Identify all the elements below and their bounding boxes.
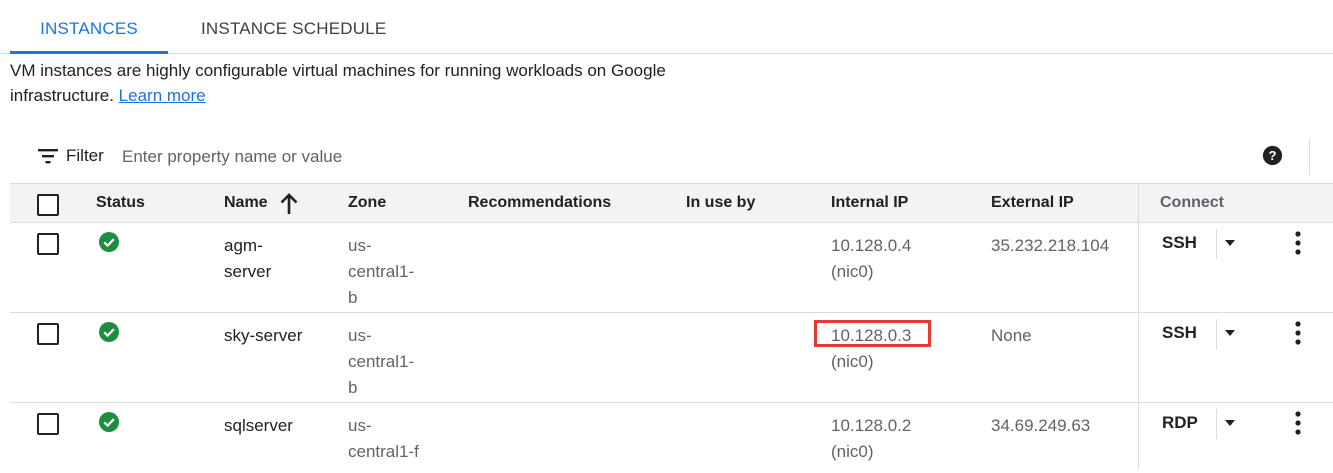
column-separator	[1138, 184, 1139, 222]
column-separator	[1138, 403, 1139, 469]
row-checkbox[interactable]	[37, 413, 59, 435]
external-ip-cell: None	[991, 326, 1032, 345]
instance-name-link[interactable]: agm- server	[224, 233, 271, 285]
tab-instances[interactable]: INSTANCES	[10, 0, 168, 54]
filter-bar: Filter ?	[10, 135, 1310, 179]
page-description: VM instances are highly configurable vir…	[10, 58, 730, 108]
sort-ascending-icon[interactable]	[280, 193, 298, 215]
external-ip-cell: 34.69.249.63	[991, 416, 1091, 435]
zone-line: us-	[348, 416, 372, 435]
column-header-status[interactable]: Status	[96, 194, 145, 212]
internal-ip-cell: 10.128.0.3 (nic0)	[831, 323, 911, 375]
zone-line: us-	[348, 236, 372, 255]
ssh-button[interactable]: SSH	[1162, 323, 1197, 343]
tab-bar: INSTANCES INSTANCE SCHEDULE	[0, 0, 1333, 54]
internal-ip-value: 10.128.0.2	[831, 416, 912, 435]
divider	[1309, 139, 1310, 175]
column-header-external-ip[interactable]: External IP	[991, 194, 1074, 212]
nic-label: (nic0)	[831, 442, 874, 461]
zone-cell: us- central1-f	[348, 413, 419, 465]
zone-cell: us- central1- b	[348, 323, 414, 401]
description-text: VM instances are highly configurable vir…	[10, 61, 666, 105]
ssh-button[interactable]: SSH	[1162, 233, 1197, 253]
column-header-in-use-by[interactable]: In use by	[686, 194, 755, 212]
table-row: agm- server us- central1- b 10.128.0.4 (…	[10, 223, 1333, 313]
instance-name-link[interactable]: sky-server	[224, 323, 302, 349]
more-vert-icon[interactable]	[1291, 230, 1305, 256]
nic-label: (nic0)	[831, 262, 874, 281]
svg-text:?: ?	[1268, 148, 1276, 163]
column-header-internal-ip[interactable]: Internal IP	[831, 194, 908, 212]
filter-input[interactable]	[122, 143, 722, 171]
button-divider	[1216, 409, 1217, 439]
button-divider	[1216, 319, 1217, 349]
caret-down-icon[interactable]	[1223, 236, 1237, 250]
instance-name-line: server	[224, 262, 272, 281]
zone-line: us-	[348, 326, 372, 345]
zone-line: b	[348, 378, 358, 397]
column-header-connect: Connect	[1160, 194, 1224, 211]
nic-label: (nic0)	[831, 352, 874, 371]
instance-name-line: agm-	[224, 236, 263, 255]
column-header-name[interactable]: Name	[224, 194, 268, 212]
column-header-zone[interactable]: Zone	[348, 194, 386, 212]
row-checkbox[interactable]	[37, 323, 59, 345]
zone-cell: us- central1- b	[348, 233, 414, 311]
filter-label: Filter	[66, 146, 104, 165]
instance-name-line: sky-server	[224, 326, 303, 345]
internal-ip-cell: 10.128.0.4 (nic0)	[831, 233, 911, 285]
instance-name-link[interactable]: sqlserver	[224, 413, 293, 439]
column-header-recommendations[interactable]: Recommendations	[468, 194, 611, 212]
more-vert-icon[interactable]	[1291, 320, 1305, 346]
more-vert-icon[interactable]	[1291, 410, 1305, 436]
tab-instance-schedule[interactable]: INSTANCE SCHEDULE	[201, 0, 386, 54]
select-all-checkbox[interactable]	[37, 194, 59, 216]
check-circle-icon	[99, 322, 119, 342]
button-divider	[1216, 229, 1217, 259]
check-circle-icon	[99, 412, 119, 432]
zone-line: central1-f	[348, 442, 419, 461]
learn-more-link[interactable]: Learn more	[119, 86, 206, 105]
zone-line: central1-	[348, 352, 415, 371]
filter-list-icon[interactable]	[38, 148, 58, 164]
column-separator	[1138, 313, 1139, 402]
rdp-button[interactable]: RDP	[1162, 413, 1198, 433]
help-icon[interactable]: ?	[1262, 145, 1283, 166]
internal-ip-cell: 10.128.0.2 (nic0)	[831, 413, 911, 465]
zone-line: central1-	[348, 262, 415, 281]
table-row: sqlserver us- central1-f 10.128.0.2 (nic…	[10, 403, 1333, 469]
instance-name-line: sqlserver	[224, 416, 293, 435]
column-separator	[1138, 223, 1139, 312]
caret-down-icon[interactable]	[1223, 326, 1237, 340]
internal-ip-value: 10.128.0.4	[831, 236, 912, 255]
internal-ip-value: 10.128.0.3	[831, 326, 912, 345]
table-header: Status Name Zone Recommendations In use …	[10, 183, 1333, 223]
external-ip-cell: 35.232.218.104	[991, 236, 1110, 255]
row-checkbox[interactable]	[37, 233, 59, 255]
table-row: sky-server us- central1- b 10.128.0.3 (n…	[10, 313, 1333, 403]
caret-down-icon[interactable]	[1223, 416, 1237, 430]
zone-line: b	[348, 288, 358, 307]
check-circle-icon	[99, 232, 119, 252]
